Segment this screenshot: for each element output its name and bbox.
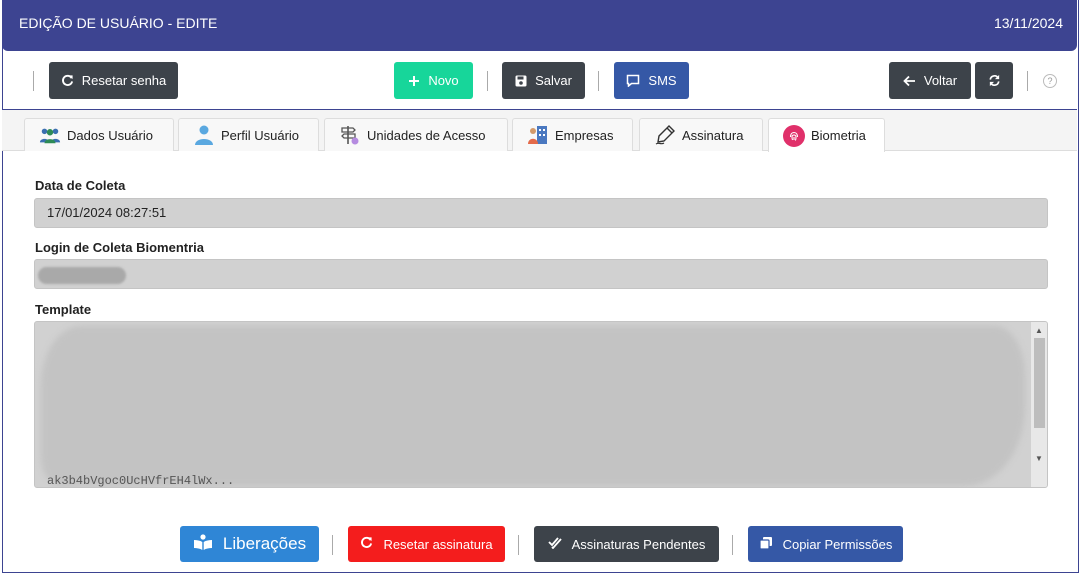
copy-icon [758, 536, 773, 553]
redo-icon [360, 536, 373, 552]
collection-login-label: Login de Coleta Biomentria [35, 240, 205, 255]
redo-icon [61, 74, 74, 87]
help-icon[interactable]: ? [1043, 74, 1057, 88]
template-label: Template [35, 302, 92, 317]
releases-button[interactable]: Liberações [180, 526, 319, 562]
releases-label: Liberações [222, 534, 307, 553]
tab-access-units[interactable]: Unidades de Acesso [324, 118, 508, 151]
toolbar-separator [598, 71, 599, 91]
pending-signatures-label: Assinaturas Pendentes [571, 536, 706, 552]
footer-separator [332, 535, 333, 555]
toolbar: Resetar senha Novo Salvar SMS Voltar ? [2, 52, 1077, 110]
tab-label: Dados Usuário [67, 127, 153, 143]
tab-label: Biometria [811, 128, 866, 143]
message-icon [626, 74, 640, 87]
plus-icon [408, 75, 420, 87]
new-button[interactable]: Novo [394, 62, 473, 99]
scroll-down-arrow[interactable]: ▼ [1035, 454, 1043, 463]
redacted-value [38, 267, 126, 284]
scroll-thumb[interactable] [1034, 338, 1045, 428]
tab-signature[interactable]: Assinatura [639, 118, 763, 151]
floppy-disk-icon [515, 75, 527, 87]
new-label: Novo [428, 73, 459, 88]
tab-label: Perfil Usuário [221, 127, 300, 143]
tab-biometrics[interactable]: Biometria [768, 118, 885, 152]
pending-signatures-button[interactable]: Assinaturas Pendentes [534, 526, 719, 562]
tab-companies[interactable]: Empresas [512, 118, 633, 151]
tab-label: Empresas [555, 127, 614, 143]
user-profile-icon [193, 124, 215, 146]
refresh-button[interactable] [975, 62, 1013, 99]
redacted-template [41, 326, 1025, 486]
collection-date-field[interactable]: 17/01/2024 08:27:51 [34, 198, 1048, 228]
collection-date-label: Data de Coleta [35, 178, 126, 193]
reset-signature-button[interactable]: Resetar assinatura [348, 526, 505, 562]
current-date: 13/11/2024 [993, 15, 1063, 31]
tab-label: Assinatura [682, 127, 744, 143]
save-label: Salvar [535, 73, 572, 88]
page-title: EDIÇÃO DE USUÁRIO - EDITE [19, 15, 218, 31]
footer-separator [732, 535, 733, 555]
arrow-left-icon [903, 75, 916, 87]
reset-signature-label: Resetar assinatura [383, 536, 493, 552]
tab-user-profile[interactable]: Perfil Usuário [178, 118, 319, 151]
toolbar-separator [1027, 71, 1028, 91]
copy-permissions-button[interactable]: Copiar Permissões [748, 526, 903, 562]
refresh-icon [988, 74, 1001, 87]
signpost-icon [339, 124, 361, 146]
tab-user-data[interactable]: Dados Usuário [24, 118, 174, 151]
fingerprint-icon [783, 124, 805, 147]
template-scrollbar[interactable]: ▲ ▼ [1031, 322, 1047, 487]
sms-label: SMS [648, 73, 677, 88]
back-button[interactable]: Voltar [889, 62, 971, 99]
copy-permissions-label: Copiar Permissões [782, 536, 893, 552]
save-button[interactable]: Salvar [502, 62, 585, 99]
book-icon [193, 533, 213, 555]
template-visible-text: ak3b4bVgoc0UcHVfrEH4lWx... [47, 474, 235, 488]
reset-password-label: Resetar senha [81, 73, 167, 88]
reset-password-button[interactable]: Resetar senha [49, 62, 178, 99]
sms-button[interactable]: SMS [614, 62, 689, 99]
building-icon [527, 124, 549, 146]
footer-separator [518, 535, 519, 555]
users-icon [39, 124, 61, 146]
pen-icon [654, 124, 676, 146]
tab-bar: Dados Usuário Perfil Usuário Unidades de… [2, 110, 1077, 152]
back-label: Voltar [923, 73, 958, 88]
toolbar-separator [487, 71, 488, 91]
template-textarea[interactable]: ak3b4bVgoc0UcHVfrEH4lWx... ▲ ▼ [34, 321, 1048, 488]
double-check-icon [548, 536, 562, 552]
toolbar-separator [33, 71, 34, 91]
tab-label: Unidades de Acesso [367, 127, 486, 143]
title-bar: EDIÇÃO DE USUÁRIO - EDITE 13/11/2024 [2, 0, 1077, 51]
scroll-up-arrow[interactable]: ▲ [1035, 326, 1043, 335]
collection-login-field[interactable] [34, 259, 1048, 289]
